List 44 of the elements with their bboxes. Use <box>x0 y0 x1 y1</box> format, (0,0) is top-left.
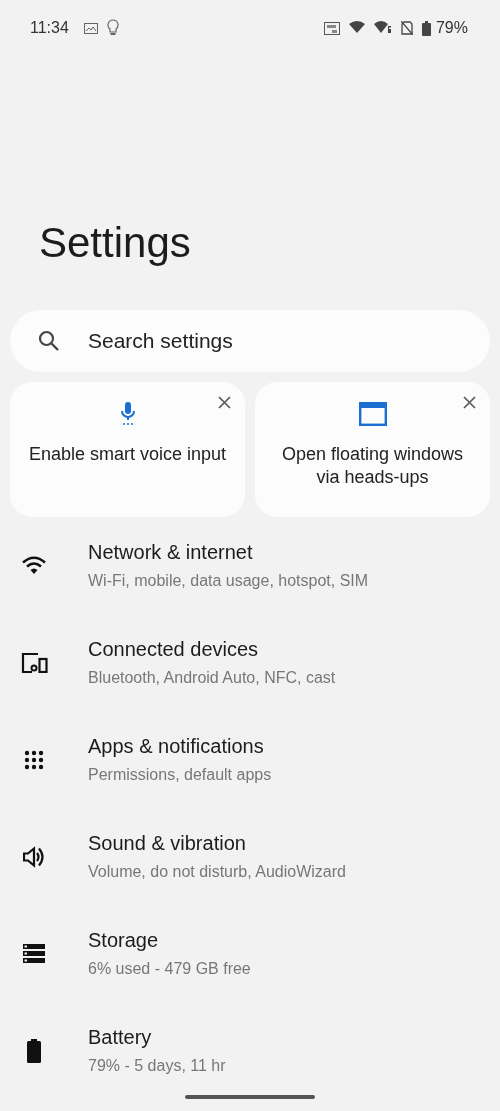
apps-grid-icon <box>24 749 44 770</box>
item-title: Connected devices <box>88 638 260 661</box>
auto-brightness-icon <box>323 21 340 35</box>
settings-item[interactable]: Network & internet Wi‑Fi, mobile, data usage, hotspot, SIM <box>0 517 500 614</box>
status-time: 11:34 <box>30 19 69 37</box>
image-icon <box>83 22 98 34</box>
suggestion-label: Enable smart voice input <box>27 443 228 466</box>
no-sim-icon <box>400 21 413 35</box>
close-icon[interactable] <box>463 396 476 409</box>
item-title: Battery <box>88 1026 153 1049</box>
suggestion-card[interactable]: Open floating windows via heads-ups <box>255 382 490 517</box>
item-subtitle: Bluetooth, Android Auto, NFC, cast <box>88 669 336 687</box>
battery-percentage: 79% <box>435 19 468 37</box>
storage-icon <box>23 944 45 963</box>
item-subtitle: Volume, do not disturb, AudioWizard <box>88 863 346 881</box>
item-title: Apps & notifications <box>88 735 265 758</box>
search-field[interactable]: Search settings <box>10 310 490 372</box>
settings-item[interactable]: Storage 6% used - 479 GB free <box>0 905 500 1002</box>
microphone-icon <box>119 402 136 426</box>
battery-icon <box>27 1038 41 1063</box>
search-icon <box>38 330 60 352</box>
item-subtitle: Wi‑Fi, mobile, data usage, hotspot, SIM <box>88 572 369 590</box>
speaker-icon <box>23 845 45 868</box>
suggestion-label: Open floating windows via heads-ups <box>280 443 465 489</box>
devices-icon <box>20 652 48 673</box>
settings-item[interactable]: Apps & notifications Permissions, default apps <box>0 711 500 808</box>
settings-item[interactable]: Battery 79% - 5 days, 11 hr <box>0 1002 500 1099</box>
cellular-signal-icon <box>373 21 392 35</box>
settings-item[interactable]: Sound & vibration Volume, do not disturb, AudioWizard <box>0 808 500 905</box>
suggestion-card[interactable]: Enable smart voice input <box>10 382 245 517</box>
item-subtitle: 79% - 5 days, 11 hr <box>88 1057 226 1075</box>
window-icon <box>358 402 387 426</box>
item-title: Sound & vibration <box>88 832 247 855</box>
settings-item[interactable]: Connected devices Bluetooth, Android Auto, NFC, cast <box>0 614 500 711</box>
wifi-icon <box>348 21 365 35</box>
item-title: Network & internet <box>88 541 254 564</box>
item-title: Storage <box>88 929 160 952</box>
item-subtitle: Permissions, default apps <box>88 766 272 784</box>
item-subtitle: 6% used - 479 GB free <box>88 960 251 978</box>
close-icon[interactable] <box>218 396 231 409</box>
battery-icon <box>421 20 431 36</box>
wifi-icon <box>22 556 46 575</box>
page-title: Settings <box>39 218 192 268</box>
lightbulb-icon <box>106 19 119 37</box>
